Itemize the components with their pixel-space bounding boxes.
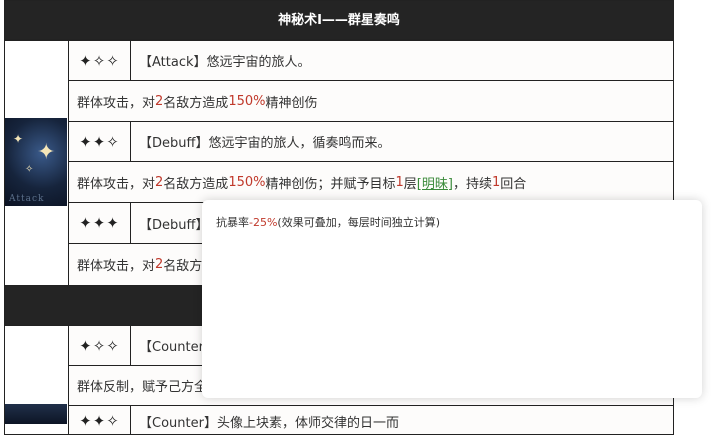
star-rating-5: ✦✦✧ <box>68 405 131 435</box>
skill-effect-2: 群体攻击，对 2 名敌方造成 150% 精神创伤；并赋予目标 1 层 [明昧] ，持续 1 回合 <box>68 161 674 203</box>
skill-icon-2 <box>5 404 67 424</box>
stars-4: ✦✧✧ <box>79 336 120 355</box>
skill-effect-1: 群体攻击，对 2 名敌方造成 150% 精神创伤 <box>68 80 674 122</box>
tooltip-text: 抗暴率-25%(效果可叠加，每层时间独立计算) <box>216 216 441 229</box>
skill-header: 神秘术Ⅰ——群星奏鸣 <box>4 0 674 40</box>
stars-2: ✦✦✧ <box>79 132 120 151</box>
star-rating-2: ✦✦✧ <box>68 121 131 162</box>
star-rating-1: ✦✧✧ <box>68 40 131 81</box>
stars-3: ✦✦✦ <box>79 214 120 232</box>
stars-5: ✦✦✧ <box>79 412 120 430</box>
skill-tag-2: 【Debuff】悠远宇宙的旅人，循奏鸣而来。 <box>130 121 674 162</box>
star-rating-4: ✦✧✧ <box>68 325 131 366</box>
skill-title: 神秘术Ⅰ——群星奏鸣 <box>278 13 400 28</box>
status-link-mingmei[interactable]: [明昧] <box>417 173 453 192</box>
skill-icon-label: Attack <box>9 194 45 204</box>
star-rating-3: ✦✦✦ <box>68 202 131 244</box>
status-tooltip: 抗暴率-25%(效果可叠加，每层时间独立计算) <box>202 200 702 398</box>
skill-tag-5: 【Counter】头像上块素，体师交律的日一而 <box>130 405 674 435</box>
skill-tag-1: 【Attack】悠远宇宙的旅人。 <box>130 40 674 81</box>
skill-icon: ✦ ✦ ✧ Attack <box>5 118 67 206</box>
stars-1: ✦✧✧ <box>79 51 120 70</box>
